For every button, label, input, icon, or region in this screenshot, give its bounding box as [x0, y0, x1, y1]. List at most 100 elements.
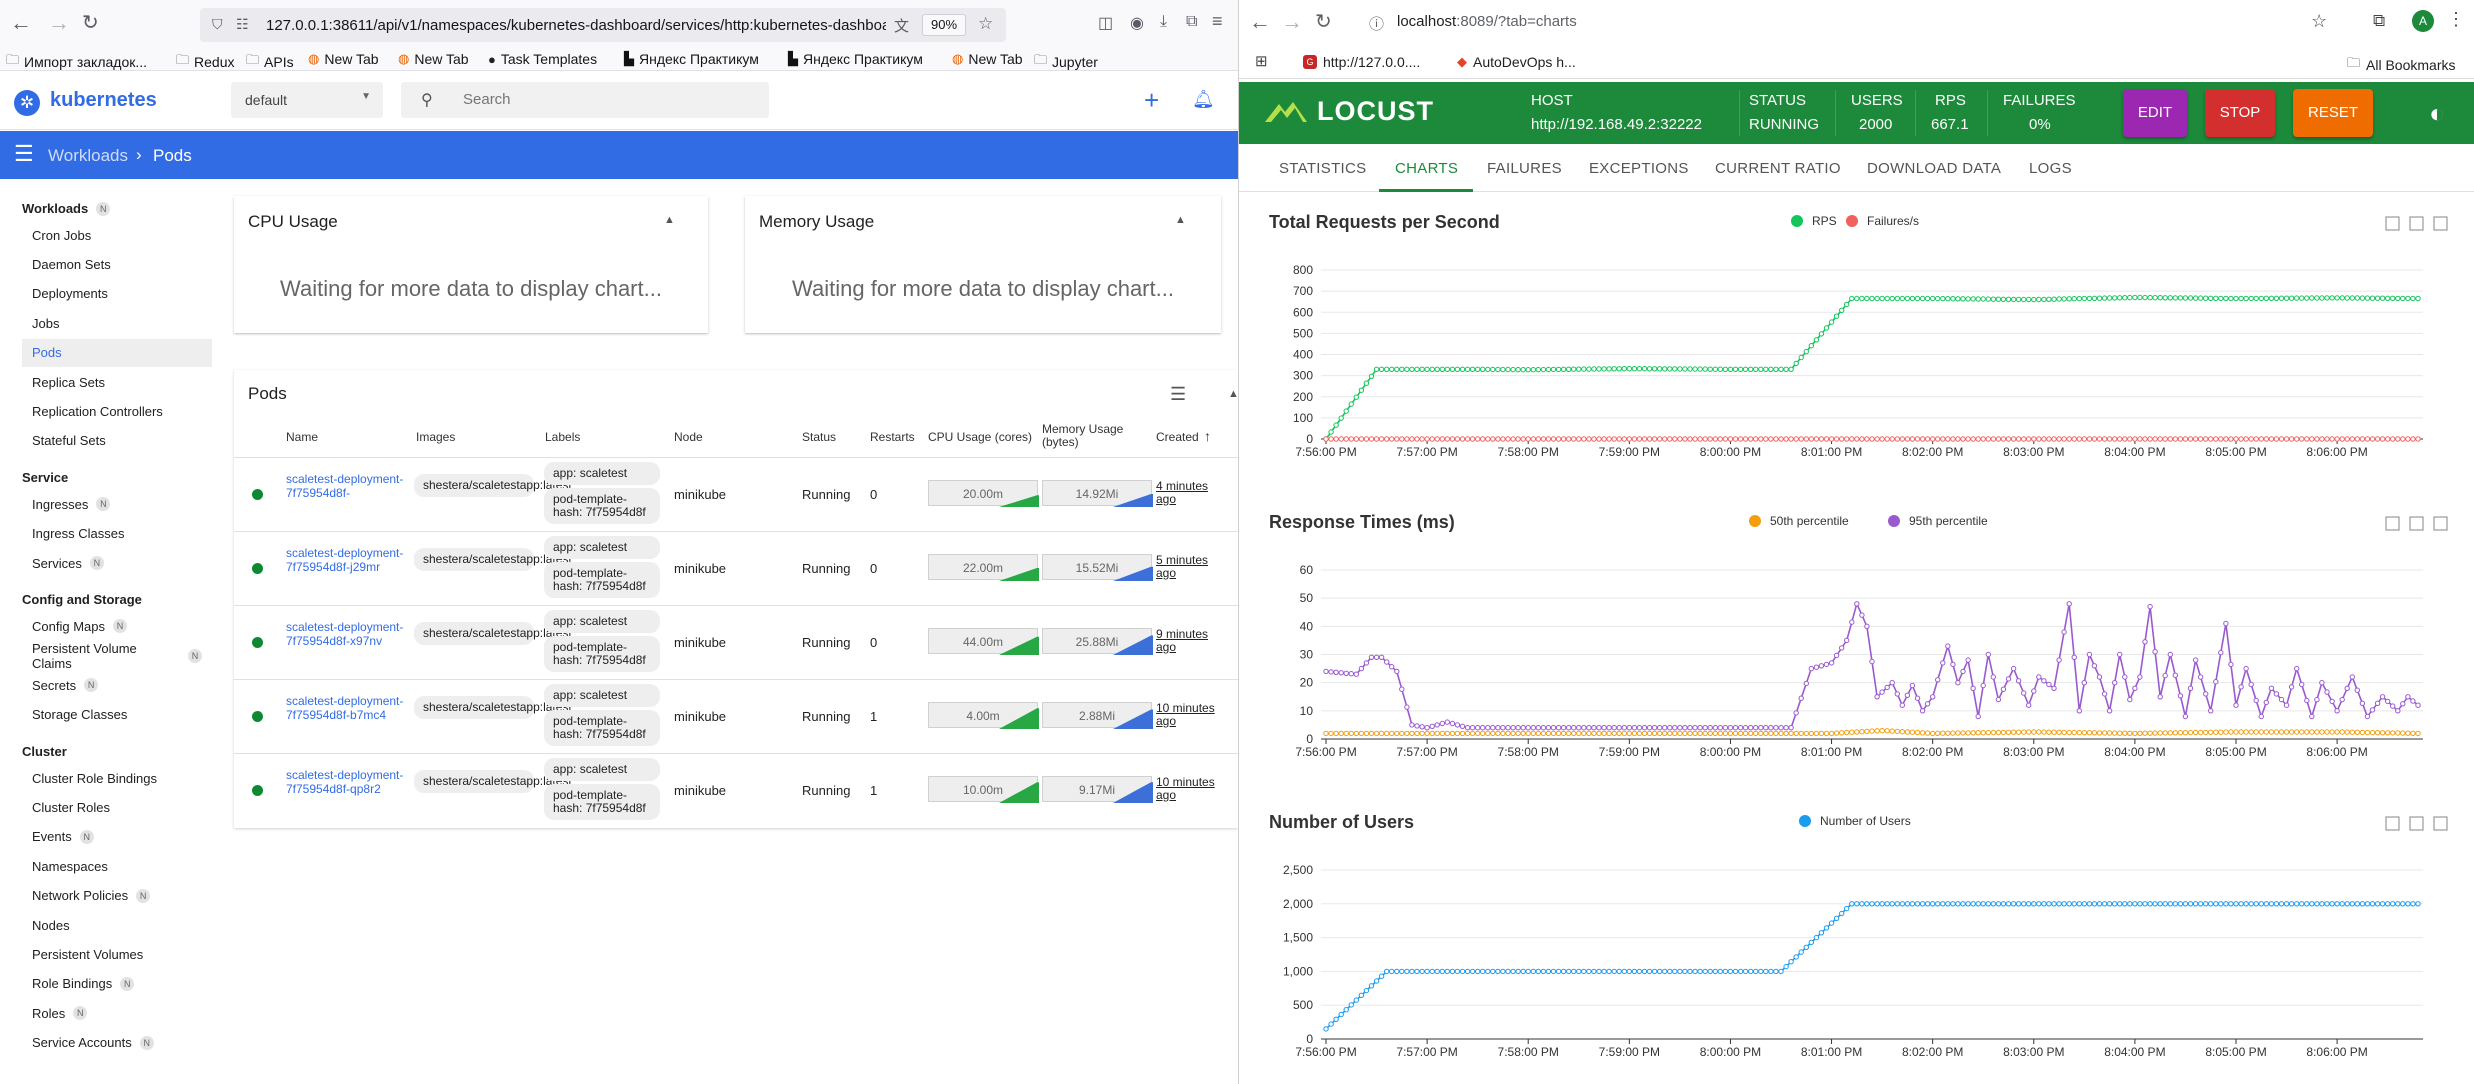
legend-label[interactable]: Number of Users	[1820, 814, 1911, 828]
nav-section-config-and-storage[interactable]: Config and Storage	[22, 592, 142, 607]
bookmark-item[interactable]: 🗀 Импорт закладок...	[6, 51, 147, 73]
sidebar-item-network-policies[interactable]: Network Policies N	[22, 882, 212, 910]
created-age[interactable]: 5 minutes ago	[1156, 554, 1228, 580]
sidebar-item-config-maps[interactable]: Config Maps N	[22, 612, 212, 640]
column-header[interactable]: Restarts	[870, 431, 926, 444]
bookmark-item[interactable]: ◍ New Tab	[952, 51, 1023, 67]
created-age[interactable]: 10 minutes ago	[1156, 776, 1228, 802]
zoom-level-badge[interactable]: 90%	[922, 14, 966, 36]
sidebar-item-nodes[interactable]: Nodes	[22, 911, 212, 939]
back-icon[interactable]: ←	[10, 10, 32, 36]
zoom-icon[interactable]	[2385, 816, 2400, 831]
column-header[interactable]: Status	[802, 431, 862, 444]
pod-name-link[interactable]: scaletest-deployment-7f75954d8f-j29mr	[286, 546, 412, 574]
tab-current-ratio[interactable]: CURRENT RATIO	[1715, 160, 1841, 177]
extensions-icon[interactable]: ⧉	[1186, 13, 1197, 31]
address-bar[interactable]: localhost:8089/?tab=charts	[1397, 13, 1577, 30]
sidebar-item-ingresses[interactable]: Ingresses N	[22, 490, 212, 518]
reload-icon[interactable]: ↻	[1315, 9, 1332, 34]
nav-section-workloads[interactable]: Workloads N	[22, 201, 111, 216]
nav-section-service[interactable]: Service	[22, 470, 68, 485]
more-menu-icon[interactable]: ⋮	[2447, 9, 2465, 30]
pod-name-link[interactable]: scaletest-deployment-7f75954d8f-qp8r2	[286, 768, 412, 796]
sidebar-item-daemon-sets[interactable]: Daemon Sets	[22, 250, 212, 278]
namespace-select[interactable]: default ▼	[231, 82, 383, 118]
breadcrumb-workloads[interactable]: Workloads	[48, 146, 128, 166]
pocket-icon[interactable]: ◫	[1098, 13, 1113, 33]
restore-icon[interactable]	[2409, 216, 2424, 231]
translate-icon[interactable]: 文	[894, 15, 909, 36]
reset-button[interactable]: RESET	[2293, 89, 2373, 137]
bookmark-item[interactable]: G http://127.0.0....	[1303, 54, 1420, 70]
sidebar-item-pods[interactable]: Pods	[22, 338, 212, 367]
download-icon[interactable]	[2433, 816, 2448, 831]
sidebar-item-secrets[interactable]: Secrets N	[22, 671, 212, 699]
column-header[interactable]: Name	[286, 431, 406, 444]
sidebar-item-deployments[interactable]: Deployments	[22, 280, 212, 308]
menu-icon[interactable]: ≡	[1212, 11, 1223, 32]
sidebar-item-persistent-volumes[interactable]: Persistent Volumes	[22, 940, 212, 968]
sidebar-item-cluster-roles[interactable]: Cluster Roles	[22, 793, 212, 821]
sidebar-item-namespaces[interactable]: Namespaces	[22, 852, 212, 880]
restore-icon[interactable]	[2409, 816, 2424, 831]
apps-grid-icon[interactable]: ⊞	[1255, 52, 1268, 70]
download-icon[interactable]	[2433, 216, 2448, 231]
legend-label[interactable]: 50th percentile	[1770, 514, 1849, 528]
sidebar-item-storage-classes[interactable]: Storage Classes	[22, 701, 212, 729]
tab-logs[interactable]: LOGS	[2029, 160, 2072, 177]
column-header[interactable]: Images	[416, 431, 536, 444]
bookmark-item[interactable]: ◍ New Tab	[398, 51, 469, 67]
sidebar-item-persistent-volume-claims[interactable]: Persistent Volume Claims N	[22, 641, 212, 671]
forward-icon[interactable]: →	[1281, 9, 1303, 35]
created-age[interactable]: 9 minutes ago	[1156, 628, 1228, 654]
sort-arrow-up-icon[interactable]: ↑	[1204, 428, 1211, 444]
legend-label[interactable]: Failures/s	[1867, 214, 1919, 228]
create-resource-icon[interactable]: +	[1144, 85, 1159, 116]
back-icon[interactable]: ←	[1249, 9, 1271, 35]
downloads-icon[interactable]: ⤓	[1160, 13, 1167, 31]
tab-download-data[interactable]: DOWNLOAD DATA	[1867, 160, 2001, 177]
tab-exceptions[interactable]: EXCEPTIONS	[1589, 160, 1689, 177]
shield-icon[interactable]: ⛉	[212, 16, 223, 33]
column-header[interactable]: Node	[674, 431, 794, 444]
sidebar-item-cluster-role-bindings[interactable]: Cluster Role Bindings	[22, 764, 212, 792]
kubernetes-logo-icon[interactable]: ✲	[14, 90, 40, 116]
restore-icon[interactable]	[2409, 516, 2424, 531]
legend-marker[interactable]	[1791, 215, 1803, 227]
tab-failures[interactable]: FAILURES	[1487, 160, 1562, 177]
column-header[interactable]: Created	[1156, 431, 1236, 444]
account-icon[interactable]: ◉	[1130, 13, 1144, 33]
created-age[interactable]: 10 minutes ago	[1156, 702, 1228, 728]
profile-avatar[interactable]: A	[2412, 10, 2434, 32]
bookmark-item[interactable]: ◆ AutoDevOps h...	[1457, 54, 1576, 70]
forward-icon[interactable]: →	[48, 10, 70, 36]
zoom-icon[interactable]	[2385, 216, 2400, 231]
theme-toggle-icon[interactable]: ◐	[2429, 98, 2445, 129]
filter-icon[interactable]: ☰	[1170, 384, 1186, 405]
nav-section-cluster[interactable]: Cluster	[22, 744, 67, 759]
pod-name-link[interactable]: scaletest-deployment-7f75954d8f-x97nv	[286, 620, 412, 648]
sidebar-item-services[interactable]: Services N	[22, 549, 212, 577]
legend-label[interactable]: 95th percentile	[1909, 514, 1988, 528]
extensions-icon[interactable]: ⧉	[2373, 11, 2385, 31]
bookmark-item[interactable]: ◍ New Tab	[308, 51, 379, 67]
sidebar-item-ingress-classes[interactable]: Ingress Classes	[22, 520, 212, 548]
zoom-icon[interactable]	[2385, 516, 2400, 531]
all-bookmarks[interactable]: 🗀 All Bookmarks	[2347, 54, 2455, 76]
collapse-caret-icon[interactable]: ▲	[1175, 214, 1186, 226]
bookmark-item[interactable]: 🗀 Redux	[176, 51, 234, 73]
sidebar-item-role-bindings[interactable]: Role Bindings N	[22, 970, 212, 998]
legend-marker[interactable]	[1888, 515, 1900, 527]
edit-button[interactable]: EDIT	[2123, 89, 2187, 137]
site-info-icon[interactable]: ⓘ	[1369, 13, 1384, 34]
download-icon[interactable]	[2433, 516, 2448, 531]
address-bar[interactable]: ⛉ ☷ 127.0.0.1:38611/api/v1/namespaces/ku…	[200, 8, 1006, 42]
sidebar-item-events[interactable]: Events N	[22, 823, 212, 851]
pod-name-link[interactable]: scaletest-deployment-7f75954d8f-	[286, 472, 412, 500]
legend-marker[interactable]	[1846, 215, 1858, 227]
bookmark-item[interactable]: ▙ Яндекс Практикум	[624, 51, 759, 67]
created-age[interactable]: 4 minutes ago	[1156, 480, 1228, 506]
bookmark-star-icon[interactable]: ☆	[978, 14, 993, 34]
bookmark-item[interactable]: ● Task Templates	[488, 51, 597, 67]
app-title[interactable]: kubernetes	[50, 89, 157, 112]
